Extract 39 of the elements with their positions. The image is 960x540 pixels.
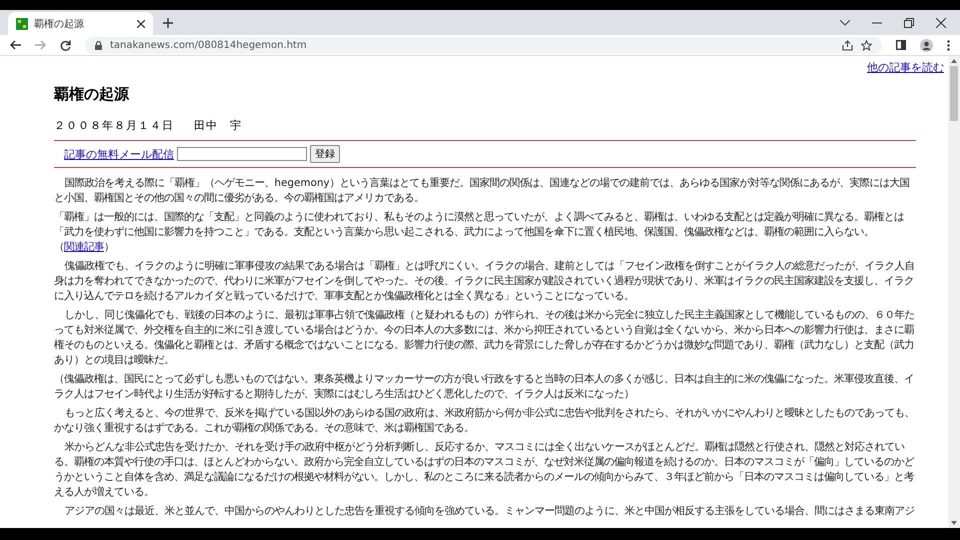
paragraph: 国際政治を考える際に「覇権」（ヘゲモニー、hegemony）という言葉はとても重要だ。国家間の関係は、国連などの場での建前では、あらゆる国家が対等な関係にあるが、実際には大国と小国、覇権国とその他の国々の間に優劣がある。今の覇権国はアメリカである。	[54, 176, 911, 206]
restore-icon[interactable]	[904, 18, 914, 28]
new-tab-icon[interactable]	[163, 18, 173, 28]
paragraph: 「覇権」は一般的には、国際的な「支配」と同義のように使われており、私もそのように漠然と思っていたが、よく調べてみると、覇権は、いわゆる支配とは定義が明確に異なる。覇権とは「武力を使わずに他国に影響力を持つこと」である。支配という言葉から思い起こされる、武力によって他国を傘下に置く植民地、保護国、傀儡政権などは、覇権の範囲に入らない。（関連記事）	[54, 210, 905, 255]
register-button[interactable]: 登録	[310, 145, 340, 163]
article-title: 覇権の起源	[54, 85, 130, 104]
menu-icon[interactable]	[947, 40, 950, 50]
scrollbar-thumb[interactable]	[950, 66, 958, 121]
article-author: 田中 宇	[194, 118, 242, 133]
paragraph: もっと広く考えると、今の世界で、反米を掲げている国以外のあらゆる国の政府は、米政府筋から何か非公式に忠告や批判をされたら、それがいかにやんわりと曖昧としたものであっても、かなり強く重視するはずである。これが覇権の関係である。その意味で、米は覇権国である。	[54, 406, 916, 436]
scrollbar[interactable]	[948, 56, 960, 528]
related-article-link[interactable]: 関連記事	[64, 241, 104, 253]
profile-icon[interactable]	[920, 38, 933, 52]
paragraph: アジアの国々は最近、米と並んで、中国からのやんわりとした忠告を重視する傾向を強めている。ミャンマー問題のように、米と中国が相反する主張をしている場合、間にはさまる東南アジ	[63, 504, 916, 519]
minimize-icon[interactable]	[872, 22, 882, 24]
browser-tab[interactable]: 覇権の起源	[8, 12, 153, 35]
email-input-field[interactable]	[177, 147, 307, 161]
url-text: tanakanews.com/080814hegemon.htm	[110, 40, 307, 50]
chevron-down-icon[interactable]	[840, 20, 850, 26]
mail-subscription-link[interactable]: 記事の無料メール配信	[64, 146, 174, 162]
paragraph: 米からどんな非公式忠告を受けたか、それを受け手の政府中枢がどう分析判断し、反応するか、マスコミには全く出ないケースがほとんどだ。覇権は隠然と行使され、隠然と対応されている。覇権の本質や行使の手口は、ほとんどわからない。政府から完全自立しているはずの日本のマスコミが、なぜ対米従属の偏向報道を続けるのか。日本のマスコミが「偏向」しているのかどうかということ自体を含め、満足な議論になるだけの根拠や材料がない。しかし、私のところに来る読者からのメールの傾向からみて、３年ほど前から「日本のマスコミは偏向している」と考える人が増えている。	[54, 440, 916, 500]
favicon-icon	[16, 18, 28, 30]
paragraph: （傀儡政権は、国民にとって必ずしも悪いものではない。東条英機よりマッカーサーの方が良い行政をすると当時の日本人の多くが感じ、日本は自主的に米の傀儡になった。米軍侵攻直後、イラク人はフセイン時代より生活が好転すると期待したが、実際にはむしろ生活はひどく悪化したので、イラク人は反米になった）	[54, 372, 915, 402]
tab-title: 覇権の起源	[34, 18, 85, 30]
lock-icon	[95, 40, 102, 50]
address-bar[interactable]: tanakanews.com/080814hegemon.htm	[85, 36, 882, 54]
paragraph: 傀儡政権でも、イラクのように明確に軍事侵攻の結果である場合は「覇権」とは呼びにくい。イラクの場合、建前としては「フセイン政権を倒すことがイラク人の総意だったが、イラク人自身は力を奪われてできなかったので、代わりに米軍がフセインを倒してやった。その後、イラクに民主国家が建設されていく過程が現状であり、米軍はイラクの民主国家建設を支援し、イラクに入り込んでテロを続けるアルカイダと戦っているだけで、軍事支配とか傀儡政権化とは全く異なる」ということになっている。	[54, 259, 916, 304]
star-icon[interactable]	[861, 40, 872, 50]
article-date: ２００８年８月１４日	[54, 118, 174, 133]
close-icon[interactable]	[137, 20, 145, 28]
scroll-down-icon[interactable]	[951, 521, 957, 525]
reload-icon[interactable]	[60, 40, 71, 50]
other-articles-link[interactable]: 他の記事を読む	[867, 60, 944, 75]
sidebar-icon[interactable]	[896, 40, 906, 50]
paragraph: しかし、同じ傀儡化でも、戦後の日本のように、最初は軍事占領で傀儡政権（と疑われるもの）が作られ、その後は米から完全に独立した民主主義国家として機能しているものの、６０年たっても対米従属で、外交権を自主的に米に引き渡している場合はどうか。今の日本人の大多数には、米から抑圧されているという自覚は全くないから、米から日本への影響力行使は、まさに覇権そのものといえる。傀儡化と覇権とは、矛盾する概念ではないことになる。影響力行使の際、武力を背景にした脅しが存在するかどうかは微妙な問題であり、覇権（武力なし）と支配（武力あり）との境目は曖昧だ。	[54, 308, 916, 368]
close-icon[interactable]	[936, 18, 946, 28]
back-arrow-icon[interactable]	[10, 40, 21, 50]
share-icon[interactable]	[842, 40, 853, 50]
scroll-up-icon[interactable]	[951, 59, 957, 63]
